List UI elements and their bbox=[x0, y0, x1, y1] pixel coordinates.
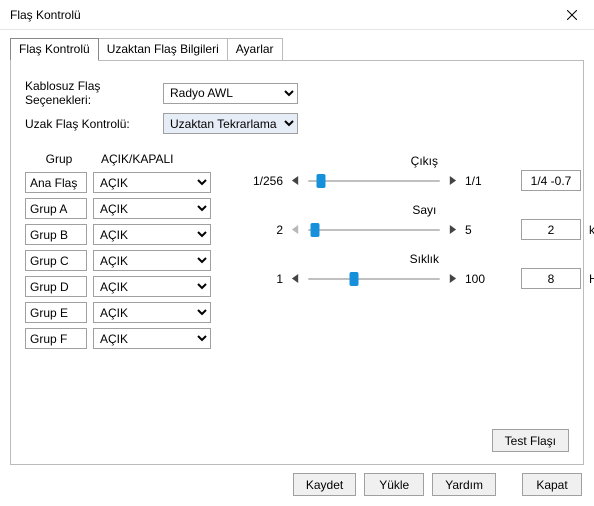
group-row-d: Grup D AÇIK bbox=[25, 276, 211, 297]
group-state-c[interactable]: AÇIK bbox=[93, 250, 211, 271]
group-table: Grup AÇIK/KAPALI Ana Flaş AÇIK Grup A AÇ… bbox=[25, 152, 211, 354]
slider-freq-block: Sıklık 1 100 8 Hz bbox=[241, 252, 594, 289]
dialog-button-bar: Kaydet Yükle Yardım Kapat bbox=[0, 465, 594, 496]
header-group: Grup bbox=[25, 152, 93, 166]
main-panel: Kablosuz Flaş Seçenekleri: Radyo AWL Uza… bbox=[10, 60, 584, 465]
triangle-right-icon bbox=[448, 274, 457, 283]
help-button[interactable]: Yardım bbox=[432, 473, 496, 496]
row-wireless-options: Kablosuz Flaş Seçenekleri: Radyo AWL bbox=[25, 79, 569, 107]
slider-output-value: 1/4 -0.7 bbox=[521, 170, 581, 191]
triangle-left-icon bbox=[291, 274, 300, 283]
group-row-e: Grup E AÇIK bbox=[25, 302, 211, 323]
group-state-b[interactable]: AÇIK bbox=[93, 224, 211, 245]
group-row-a: Grup A AÇIK bbox=[25, 198, 211, 219]
save-button[interactable]: Kaydet bbox=[293, 473, 356, 496]
slider-count-max: 5 bbox=[465, 223, 497, 237]
group-row-main: Ana Flaş AÇIK bbox=[25, 172, 211, 193]
close-icon bbox=[567, 10, 577, 20]
slider-freq-track[interactable] bbox=[308, 270, 440, 288]
group-row-c: Grup C AÇIK bbox=[25, 250, 211, 271]
slider-output-block: Çıkış 1/256 1/1 1/4 -0.7 bbox=[241, 154, 594, 191]
group-name-b: Grup B bbox=[25, 224, 87, 245]
slider-count-increment[interactable] bbox=[444, 221, 461, 238]
slider-output-thumb[interactable] bbox=[317, 174, 326, 188]
group-name-d: Grup D bbox=[25, 276, 87, 297]
slider-output-max: 1/1 bbox=[465, 174, 497, 188]
slider-output-label: Çıkış bbox=[241, 154, 594, 168]
group-slider-area: Grup AÇIK/KAPALI Ana Flaş AÇIK Grup A AÇ… bbox=[25, 152, 569, 354]
tab-bar: Flaş Kontrolü Uzaktan Flaş Bilgileri Aya… bbox=[0, 30, 594, 60]
group-name-e: Grup E bbox=[25, 302, 87, 323]
label-remote-control: Uzak Flaş Kontrolü: bbox=[25, 117, 163, 131]
slider-freq-max: 100 bbox=[465, 272, 497, 286]
tab-settings[interactable]: Ayarlar bbox=[228, 38, 283, 60]
triangle-left-icon bbox=[291, 176, 300, 185]
group-table-header: Grup AÇIK/KAPALI bbox=[25, 152, 211, 166]
triangle-right-icon bbox=[448, 225, 457, 234]
slider-output-increment[interactable] bbox=[444, 172, 461, 189]
header-onoff: AÇIK/KAPALI bbox=[93, 152, 211, 166]
load-button[interactable]: Yükle bbox=[364, 473, 424, 496]
slider-freq-thumb[interactable] bbox=[350, 272, 359, 286]
slider-freq-unit: Hz bbox=[589, 272, 594, 286]
group-state-d[interactable]: AÇIK bbox=[93, 276, 211, 297]
tab-remote-flash-info[interactable]: Uzaktan Flaş Bilgileri bbox=[99, 38, 228, 60]
close-button[interactable]: Kapat bbox=[522, 473, 582, 496]
triangle-right-icon bbox=[448, 176, 457, 185]
group-state-f[interactable]: AÇIK bbox=[93, 328, 211, 349]
window-title: Flaş Kontrolü bbox=[10, 8, 81, 22]
label-wireless-options: Kablosuz Flaş Seçenekleri: bbox=[25, 79, 163, 107]
slider-count-value: 2 bbox=[521, 219, 581, 240]
slider-freq-value: 8 bbox=[521, 268, 581, 289]
slider-freq-decrement[interactable] bbox=[287, 270, 304, 287]
slider-freq-increment[interactable] bbox=[444, 270, 461, 287]
slider-output-track[interactable] bbox=[308, 172, 440, 190]
group-state-e[interactable]: AÇIK bbox=[93, 302, 211, 323]
slider-freq-min: 1 bbox=[241, 272, 283, 286]
sliders-area: Çıkış 1/256 1/1 1/4 -0.7 bbox=[241, 152, 594, 354]
group-row-b: Grup B AÇIK bbox=[25, 224, 211, 245]
slider-freq-label: Sıklık bbox=[241, 252, 594, 266]
triangle-left-icon bbox=[291, 225, 300, 234]
tab-flash-control[interactable]: Flaş Kontrolü bbox=[10, 38, 99, 61]
group-name-f: Grup F bbox=[25, 328, 87, 349]
test-flash-button[interactable]: Test Flaşı bbox=[492, 429, 569, 452]
slider-count-block: Sayı 2 5 2 kez bbox=[241, 203, 594, 240]
group-state-main[interactable]: AÇIK bbox=[93, 172, 211, 193]
group-name-c: Grup C bbox=[25, 250, 87, 271]
slider-count-label: Sayı bbox=[241, 203, 594, 217]
group-row-f: Grup F AÇIK bbox=[25, 328, 211, 349]
group-name-a: Grup A bbox=[25, 198, 87, 219]
slider-count-min: 2 bbox=[241, 223, 283, 237]
row-remote-control: Uzak Flaş Kontrolü: Uzaktan Tekrarlama bbox=[25, 113, 569, 134]
select-wireless-options[interactable]: Radyo AWL bbox=[163, 83, 298, 104]
slider-output-decrement[interactable] bbox=[287, 172, 304, 189]
slider-output-min: 1/256 bbox=[241, 174, 283, 188]
select-remote-control[interactable]: Uzaktan Tekrarlama bbox=[163, 113, 298, 134]
window-close-button[interactable] bbox=[549, 0, 594, 30]
titlebar: Flaş Kontrolü bbox=[0, 0, 594, 30]
slider-count-unit: kez bbox=[589, 223, 594, 237]
slider-count-decrement[interactable] bbox=[287, 221, 304, 238]
group-state-a[interactable]: AÇIK bbox=[93, 198, 211, 219]
group-name-main: Ana Flaş bbox=[25, 172, 87, 193]
slider-count-thumb[interactable] bbox=[310, 223, 319, 237]
slider-count-track[interactable] bbox=[308, 221, 440, 239]
